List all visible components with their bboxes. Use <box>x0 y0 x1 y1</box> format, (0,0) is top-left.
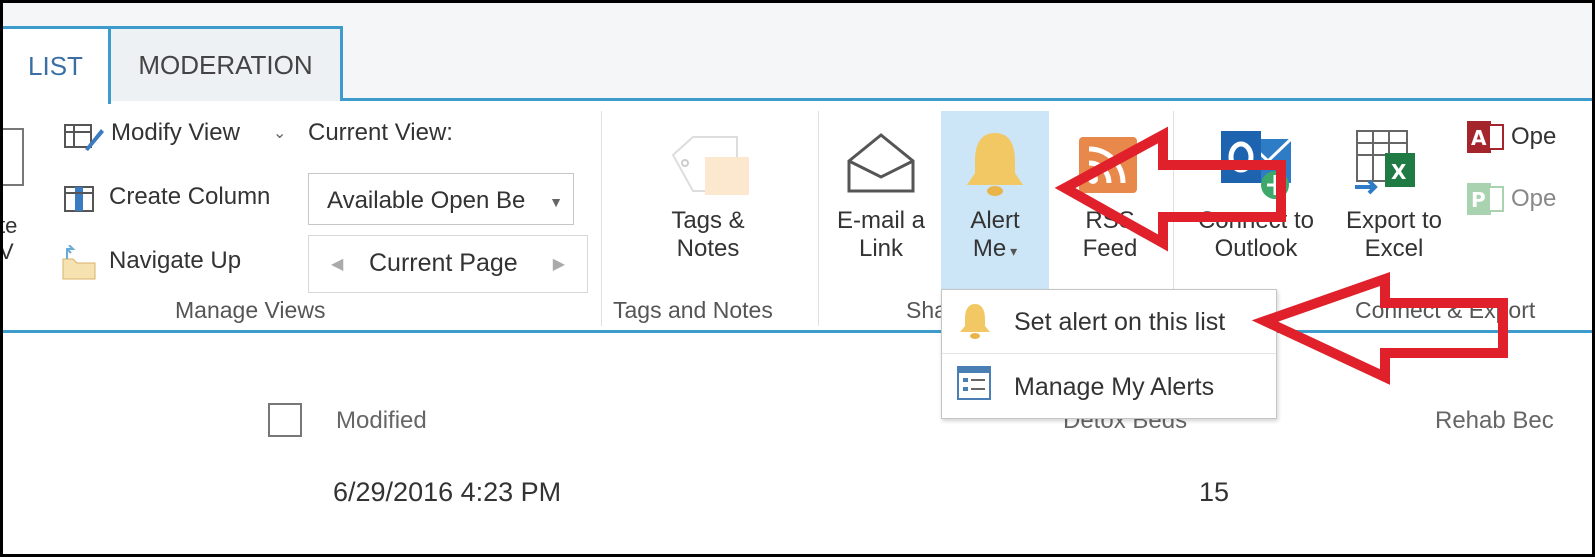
menu-item-label: Manage My Alerts <box>1014 373 1215 401</box>
excel-icon: X <box>1353 127 1433 212</box>
menu-item-set-alert[interactable]: Set alert on this list <box>942 290 1276 354</box>
next-page-icon[interactable]: ▶ <box>553 254 565 274</box>
current-view-dropdown[interactable]: Available Open Be ▼ <box>308 173 574 225</box>
access-icon: A <box>1465 119 1505 160</box>
svg-text:P: P <box>1471 188 1486 212</box>
group-label-manage-views: Manage Views <box>175 297 326 323</box>
previous-page-icon[interactable]: ◀ <box>331 254 343 274</box>
email-link-label: E-mail a Link <box>825 207 937 263</box>
export-excel-label: Export to Excel <box>1331 207 1457 263</box>
connect-outlook-label: Connect to Outlook <box>1183 207 1329 263</box>
bell-icon <box>961 129 1029 204</box>
navigate-up-icon <box>59 244 99 286</box>
tag-icon <box>667 133 753 204</box>
current-page-pager: ◀ Current Page ▶ <box>308 235 588 293</box>
dropdown-caret-icon: ▼ <box>549 194 563 210</box>
project-icon: P <box>1465 181 1505 222</box>
current-page-label: Current Page <box>369 249 518 277</box>
alert-me-label-line1: Alert <box>970 207 1020 234</box>
group-label-tags-notes: Tags and Notes <box>613 297 773 323</box>
modify-view-button[interactable]: Modify View ⌄ <box>61 117 301 157</box>
connect-outlook-label-line2: Outlook <box>1214 235 1298 262</box>
menu-item-manage-alerts[interactable]: Manage My Alerts <box>942 355 1276 419</box>
screenshot-frame: LIST MODERATION te V Modify View ⌄ Curre… <box>0 0 1595 557</box>
column-header-modified[interactable]: Modified <box>336 407 427 435</box>
email-link-button[interactable]: E-mail a Link <box>825 125 937 275</box>
chevron-down-icon: ▾ <box>1006 243 1018 259</box>
rss-icon <box>1077 135 1139 200</box>
modify-view-icon <box>63 121 105 158</box>
alert-me-menu: Set alert on this list Manage My Alerts <box>941 289 1277 419</box>
outlook-icon <box>1219 127 1295 208</box>
open-with-access-label: Ope <box>1511 123 1557 150</box>
tags-notes-button[interactable]: Tags & Notes <box>643 125 773 275</box>
ribbon-tab-row: LIST MODERATION <box>3 3 1592 104</box>
ribbon: te V Modify View ⌄ Current View: Create … <box>3 101 1592 333</box>
table-row[interactable]: 6/29/2016 4:23 PM 15 <box>3 463 1592 523</box>
rss-feed-button[interactable]: RSS Feed <box>1055 125 1165 275</box>
alerts-list-icon <box>956 365 992 406</box>
rss-feed-label: RSS Feed <box>1055 207 1165 263</box>
group-label-connect-export: Connect & Export <box>1355 297 1536 323</box>
select-all-checkbox[interactable] <box>268 403 302 437</box>
export-excel-label-line2: Excel <box>1364 235 1424 262</box>
rss-feed-label-line2: Feed <box>1082 235 1138 262</box>
open-with-access-button[interactable]: A Ope <box>1463 117 1592 160</box>
export-excel-button[interactable]: X Export to Excel <box>1331 125 1457 275</box>
view-icon-clipped[interactable] <box>3 127 27 187</box>
group-separator <box>601 111 602 326</box>
current-view-value: Available Open Be <box>327 187 526 214</box>
bell-icon <box>958 302 992 345</box>
tab-moderation[interactable]: MODERATION <box>111 26 343 101</box>
tab-list[interactable]: LIST <box>3 26 111 104</box>
cell-detox-beds: 15 <box>1199 477 1230 507</box>
chevron-down-icon: ⌄ <box>273 125 287 142</box>
tags-notes-label-line2: Notes <box>676 235 740 262</box>
open-with-project-button[interactable]: P Ope <box>1463 179 1592 222</box>
menu-item-label: Set alert on this list <box>1014 308 1226 336</box>
modify-view-label: Modify View <box>111 119 240 146</box>
connect-outlook-button[interactable]: Connect to Outlook <box>1183 125 1329 275</box>
email-envelope-icon <box>845 131 917 200</box>
alert-me-label-line2: Me <box>972 235 1007 262</box>
navigate-up-button[interactable]: Navigate Up <box>57 241 277 285</box>
rss-feed-label-line1: RSS <box>1085 207 1135 234</box>
email-link-label-line1: E-mail a <box>836 207 926 234</box>
tags-notes-label-line1: Tags & <box>671 207 745 234</box>
column-header-rehab-beds[interactable]: Rehab Bec <box>1435 407 1554 435</box>
cell-modified: 6/29/2016 4:23 PM <box>333 477 562 507</box>
email-link-label-line2: Link <box>858 235 904 262</box>
create-column-button[interactable]: Create Column <box>61 179 291 219</box>
alert-me-button[interactable]: Alert Me ▾ <box>941 111 1049 289</box>
current-view-label: Current View: <box>308 119 453 146</box>
clipped-button-label-top: te <box>0 213 18 238</box>
open-with-project-label: Ope <box>1511 185 1557 212</box>
svg-text:A: A <box>1471 126 1487 150</box>
clipped-button-label-bottom: V <box>0 239 14 264</box>
connect-outlook-label-line1: Connect to <box>1197 207 1315 234</box>
svg-text:X: X <box>1391 160 1407 184</box>
tags-notes-label: Tags & Notes <box>643 207 773 263</box>
group-separator <box>818 111 819 326</box>
navigate-up-label: Navigate Up <box>109 247 242 274</box>
alert-me-label: Alert Me ▾ <box>941 207 1049 265</box>
export-excel-label-line1: Export to <box>1345 207 1443 234</box>
create-column-label: Create Column <box>109 183 271 210</box>
create-column-icon <box>63 183 97 220</box>
